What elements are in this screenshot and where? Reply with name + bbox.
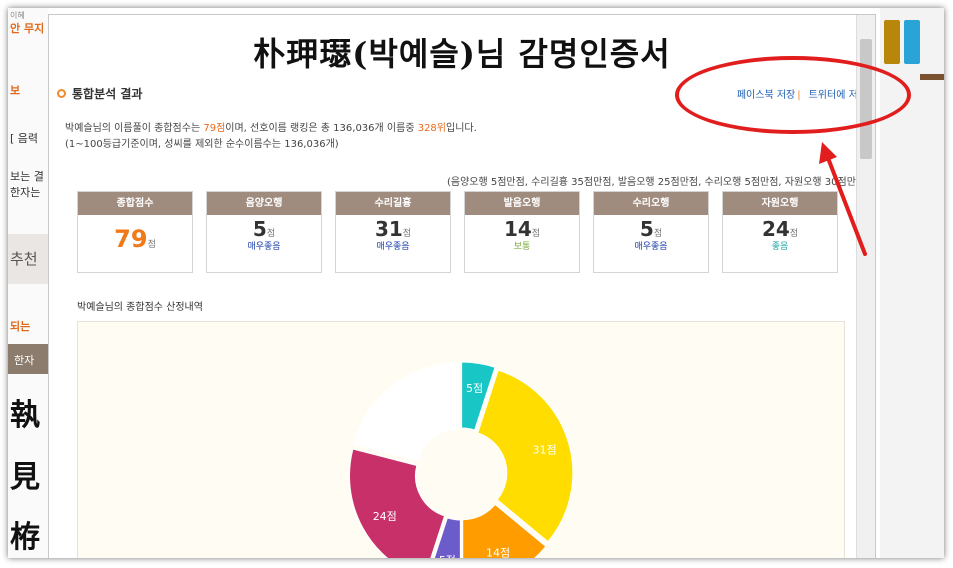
donut-chart: 5점 31점 14점 5점 24점	[349, 361, 574, 558]
summary-line-1: 박예슬님의 이름풀이 종합점수는 79점이며, 선호이름 랭킹은 총 136,0…	[65, 121, 477, 137]
bg-text: [ 음력	[10, 132, 39, 145]
summary-text: 박예슬님의 이름풀이 종합점수는	[65, 123, 204, 134]
score-card-jawon: 자원오행 24점 좋음	[722, 191, 838, 273]
rank-text: 328위	[417, 123, 446, 134]
score-unit: 점	[531, 229, 541, 239]
grade-text: 매우좋음	[247, 242, 281, 252]
card-header: 수리오행	[594, 192, 708, 215]
bullet-icon	[57, 89, 66, 98]
summary-text: 이며, 선호이름 랭킹은 총 136,036	[225, 123, 375, 134]
card-score: 24점	[723, 217, 837, 241]
summary-text: 개	[374, 123, 384, 134]
grade-text: 보통	[513, 242, 531, 252]
total-score-text: 79점	[203, 123, 226, 134]
score-unit: 점	[789, 229, 799, 239]
screenshot-frame: 이혜 안 무지 보 [ 음력 보는 결 한자는 추천 되는 한자 執 見 栫 朴…	[8, 8, 944, 558]
bg-text: 되는	[10, 320, 31, 333]
card-header: 수리길흉	[336, 192, 450, 215]
score-value: 5	[252, 217, 267, 241]
bg-hanja: 栫	[10, 520, 40, 555]
slice-label: 31점	[532, 444, 556, 457]
score-value: 24	[761, 217, 790, 241]
breakdown-label: 박예슬님의 종합점수 산정내역	[77, 302, 203, 313]
share-icon	[904, 20, 920, 64]
grade-text: 매우좋음	[634, 242, 668, 252]
bg-table-head: 한자	[8, 344, 48, 374]
score-card-yinyang: 음양오행 5점 매우좋음	[206, 191, 322, 273]
donut-slice	[349, 448, 446, 558]
score-summary: 박예슬님의 이름풀이 종합점수는 79점이며, 선호이름 랭킹은 총 136,0…	[65, 121, 477, 153]
slice-label: 14점	[486, 547, 510, 558]
donut-slice	[353, 362, 460, 462]
bg-hanja: 見	[10, 460, 40, 495]
card-header: 음양오행	[207, 192, 321, 215]
score-card-total: 종합점수 79점	[77, 191, 193, 273]
score-card-suri: 수리길흉 31점 매우좋음	[335, 191, 451, 273]
bg-text: 보	[10, 84, 21, 97]
card-header: 발음오행	[465, 192, 579, 215]
score-unit: 점	[653, 229, 663, 239]
score-unit: 점	[147, 240, 156, 250]
bg-text: 한자	[14, 354, 35, 367]
score-value: 79	[114, 225, 148, 253]
grade-text: 매우좋음	[376, 242, 410, 252]
score-chart-box: 5점 31점 14점 5점 24점	[77, 321, 845, 558]
card-score: 14점	[465, 217, 579, 241]
slice-label: 24점	[373, 510, 397, 523]
score-card-suri-ohaeng: 수리오행 5점 매우좋음	[593, 191, 709, 273]
bg-bar	[920, 74, 944, 80]
card-score: 79점	[78, 225, 192, 253]
score-unit: 점	[402, 229, 412, 239]
summary-text: 입니다.	[446, 123, 477, 134]
summary-line-2: (1~100등급기준이며, 성씨를 제외한 순수이름수는 136,036개)	[65, 139, 339, 150]
bookmark-icon	[884, 20, 900, 64]
card-header: 자원오행	[723, 192, 837, 215]
grade-text: 좋음	[771, 242, 789, 252]
score-card-pronunciation: 발음오행 14점 보통	[464, 191, 580, 273]
score-value: 31	[374, 217, 403, 241]
card-score: 5점	[207, 217, 321, 241]
slice-label: 5점	[439, 554, 456, 558]
section-title: 통합분석 결과	[72, 87, 143, 101]
card-score: 5점	[594, 217, 708, 241]
summary-text: 이름중	[383, 123, 418, 134]
score-value: 14	[503, 217, 532, 241]
section-header: 통합분석 결과	[57, 85, 142, 102]
slice-label: 5점	[466, 382, 483, 395]
highlight-ellipse	[675, 56, 911, 134]
score-unit: 점	[266, 229, 276, 239]
bg-text: 안 무지	[10, 22, 45, 35]
bg-text: 보는 결	[10, 170, 44, 183]
card-header: 종합점수	[78, 192, 192, 215]
max-score-note: (음양오행 5점만점, 수리길흉 35점만점, 발음오행 25점만점, 수리오행…	[446, 177, 869, 188]
background-page-left: 이혜 안 무지 보 [ 음력 보는 결 한자는 추천 되는 한자 執 見 栫	[8, 8, 48, 558]
bg-text: 추천	[10, 250, 38, 268]
card-score: 31점	[336, 217, 450, 241]
score-value: 5	[639, 217, 654, 241]
bg-hanja: 執	[10, 398, 40, 433]
bg-text: 한자는	[10, 186, 41, 199]
